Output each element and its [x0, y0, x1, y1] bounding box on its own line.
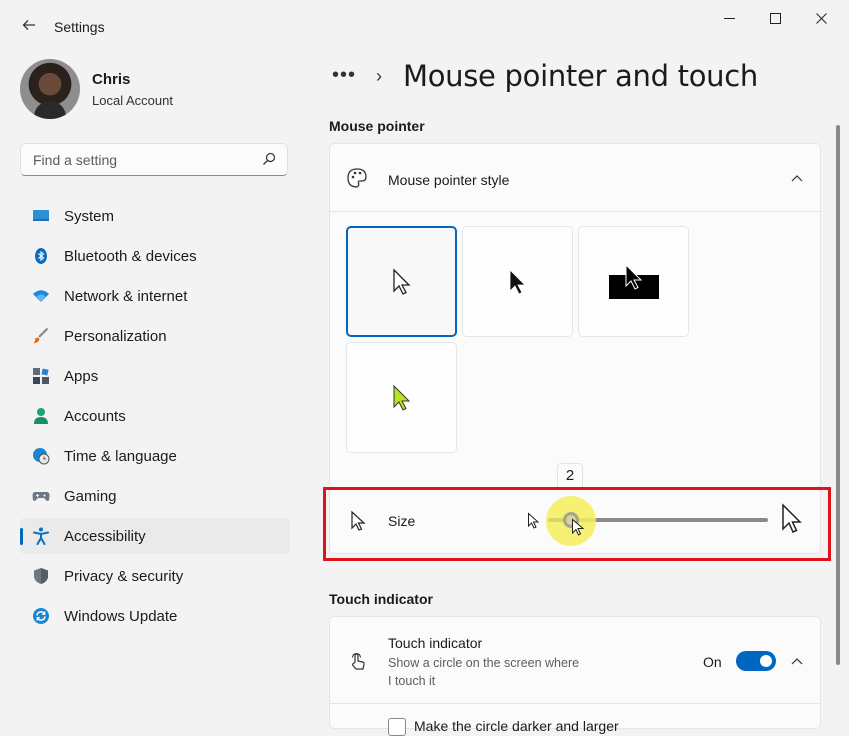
search-icon[interactable] [261, 151, 277, 167]
globe-clock-icon [33, 448, 50, 465]
sidebar-item-label: Personalization [64, 328, 167, 345]
sidebar-item-windows-update[interactable]: Windows Update [20, 598, 290, 634]
black-pointer-icon [509, 268, 526, 295]
size-slider-tooltip: 2 [557, 463, 583, 489]
maximize-button[interactable] [752, 6, 798, 32]
sidebar-item-label: Bluetooth & devices [64, 248, 197, 265]
apps-icon [33, 368, 49, 384]
divider [330, 703, 820, 704]
sidebar-item-label: Accounts [64, 408, 126, 425]
accessibility-icon [33, 527, 49, 545]
palette-icon [347, 168, 367, 188]
title-bar: Settings [0, 0, 849, 46]
close-icon [815, 13, 827, 24]
sidebar-item-system[interactable]: System [20, 198, 290, 234]
search-box[interactable] [20, 143, 288, 176]
pointer-style-black[interactable] [462, 226, 573, 337]
avatar[interactable] [20, 59, 80, 119]
section-label-touch-indicator: Touch indicator [329, 591, 433, 607]
person-icon [34, 408, 48, 424]
search-input[interactable] [31, 150, 251, 170]
sidebar-item-accessibility[interactable]: Accessibility [20, 518, 290, 554]
close-button[interactable] [798, 6, 844, 32]
sidebar-item-label: Accessibility [64, 528, 146, 545]
sidebar-item-bluetooth[interactable]: Bluetooth & devices [20, 238, 290, 274]
sidebar-item-label: Gaming [64, 488, 117, 505]
inverted-pointer-icon [608, 263, 659, 299]
bluetooth-icon [35, 248, 47, 264]
sidebar-item-label: System [64, 208, 115, 225]
sidebar-item-label: Privacy & security [64, 568, 184, 585]
sidebar-nav: System Bluetooth & devices Network & int… [20, 198, 290, 638]
sidebar-item-network[interactable]: Network & internet [20, 278, 290, 314]
sidebar-item-apps[interactable]: Apps [20, 358, 290, 394]
divider [330, 211, 820, 212]
sidebar-item-time-language[interactable]: Time & language [20, 438, 290, 474]
system-icon [33, 210, 49, 221]
darker-circle-label: Make the circle darker and larger [414, 718, 619, 734]
sidebar-item-accounts[interactable]: Accounts [20, 398, 290, 434]
chevron-up-icon[interactable] [791, 657, 803, 665]
sidebar-item-personalization[interactable]: Personalization [20, 318, 290, 354]
touch-indicator-description-line2: I touch it [388, 674, 436, 688]
sidebar-item-label: Windows Update [64, 608, 178, 625]
mouse-pointer-style-header[interactable]: Mouse pointer style [330, 144, 820, 211]
pointer-style-white[interactable] [346, 226, 457, 337]
scrollbar[interactable] [836, 125, 840, 665]
toggle-knob [760, 655, 772, 667]
darker-circle-checkbox[interactable] [388, 718, 406, 736]
toggle-state-label: On [703, 654, 722, 670]
app-title: Settings [54, 19, 105, 35]
touch-indicator-toggle[interactable] [736, 651, 776, 671]
brush-icon [33, 327, 49, 344]
minimize-icon [723, 18, 735, 19]
mouse-pointer-style-card: Mouse pointer style [329, 143, 821, 488]
account-type: Local Account [92, 93, 173, 108]
sidebar-item-label: Network & internet [64, 288, 188, 305]
touch-indicator-card: Touch indicator Show a circle on the scr… [329, 616, 821, 729]
pointer-style-custom[interactable] [346, 342, 457, 453]
mouse-pointer-style-title: Mouse pointer style [388, 172, 510, 188]
sidebar-item-privacy[interactable]: Privacy & security [20, 558, 290, 594]
gamepad-icon [32, 492, 50, 501]
white-pointer-icon [392, 267, 411, 295]
section-label-mouse-pointer: Mouse pointer [329, 118, 425, 134]
pointer-style-inverted[interactable] [578, 226, 689, 337]
breadcrumb-separator: › [376, 66, 382, 86]
highlight-annotation [323, 487, 831, 561]
sidebar-item-label: Time & language [64, 448, 177, 465]
custom-color-pointer-icon [393, 384, 410, 411]
touch-indicator-title: Touch indicator [388, 635, 483, 651]
sidebar-item-label: Apps [64, 368, 99, 385]
touch-icon [351, 652, 365, 670]
minimize-button[interactable] [706, 6, 752, 32]
shield-icon [34, 568, 48, 584]
user-name: Chris [92, 71, 131, 88]
wifi-icon [33, 290, 49, 302]
sidebar-item-gaming[interactable]: Gaming [20, 478, 290, 514]
maximize-icon [769, 13, 781, 24]
chevron-up-icon[interactable] [791, 174, 803, 182]
touch-indicator-description-line1: Show a circle on the screen where [388, 656, 580, 670]
breadcrumb-overflow-button[interactable]: ••• [332, 64, 356, 87]
arrow-left-icon [22, 20, 35, 30]
update-icon [33, 608, 49, 624]
back-button[interactable] [16, 12, 42, 38]
page-title: Mouse pointer and touch [403, 59, 758, 93]
